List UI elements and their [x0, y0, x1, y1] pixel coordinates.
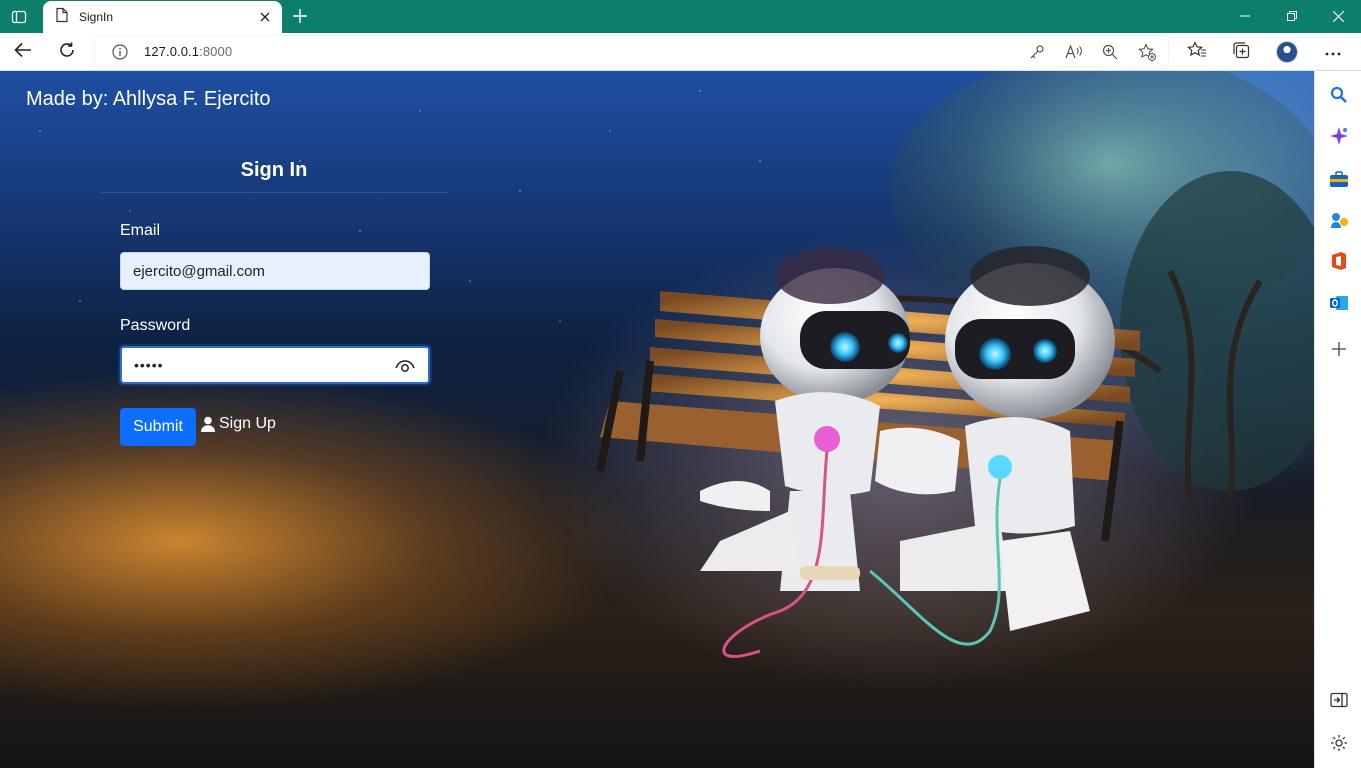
close-tab-icon[interactable] [257, 9, 273, 25]
zoom-icon[interactable] [1098, 40, 1122, 64]
user-icon [200, 416, 216, 432]
show-password-eye-icon[interactable] [394, 356, 416, 376]
url-port: :8000 [199, 44, 233, 59]
signin-form: Sign In Email ejercito@gmail.com Passwor… [100, 159, 448, 446]
tab-actions-icon[interactable] [6, 6, 32, 28]
password-field[interactable]: ••••• [120, 346, 430, 384]
email-label: Email [120, 222, 161, 239]
address-bar[interactable]: 127.0.0.1:8000 [95, 36, 1168, 67]
search-icon[interactable] [1327, 83, 1351, 107]
edge-sidebar [1314, 71, 1361, 768]
games-icon[interactable] [1327, 208, 1351, 232]
address-toolbar: 127.0.0.1:8000 [0, 33, 1361, 71]
email-field[interactable]: ejercito@gmail.com [120, 252, 430, 290]
page-viewport: Made by: Ahllysa F. Ejercito Sign In Ema… [0, 71, 1314, 768]
refresh-button[interactable] [52, 37, 82, 67]
tools-icon[interactable] [1327, 167, 1351, 191]
favorites-icon [1187, 40, 1207, 64]
key-icon[interactable] [1025, 40, 1049, 64]
url-text[interactable]: 127.0.0.1:8000 [144, 44, 232, 59]
add-icon[interactable] [1327, 337, 1351, 361]
url-host: 127.0.0.1 [144, 44, 200, 59]
more-icon [1325, 43, 1341, 61]
minimize-button[interactable] [1222, 0, 1268, 32]
collections-button[interactable] [1226, 37, 1256, 67]
back-button[interactable] [8, 37, 38, 67]
password-label: Password [120, 317, 191, 334]
info-icon[interactable] [110, 42, 130, 62]
add-favorite-icon[interactable] [1135, 40, 1159, 64]
refresh-icon [58, 41, 76, 64]
copilot-icon[interactable] [1327, 124, 1351, 148]
settings-gear-icon[interactable] [1327, 731, 1351, 755]
hide-sidebar-icon[interactable] [1327, 688, 1351, 712]
close-window-button[interactable] [1315, 0, 1361, 32]
read-aloud-icon[interactable] [1062, 40, 1086, 64]
new-tab-button[interactable] [288, 5, 312, 27]
favorites-button[interactable] [1182, 37, 1212, 67]
outlook-icon[interactable] [1327, 291, 1351, 315]
tab-title: SignIn [79, 10, 114, 24]
signup-link[interactable]: Sign Up [200, 415, 276, 433]
email-value: ejercito@gmail.com [133, 262, 265, 280]
submit-button[interactable]: Submit [120, 408, 196, 446]
collections-icon [1232, 41, 1250, 64]
author-credit: Made by: Ahllysa F. Ejercito [26, 88, 271, 110]
tab-signin[interactable]: SignIn [43, 1, 282, 33]
password-value: ••••• [134, 357, 164, 373]
more-button[interactable] [1318, 37, 1348, 67]
profile-avatar[interactable] [1276, 41, 1298, 63]
title-bar: SignIn [0, 0, 1361, 33]
page-icon [55, 7, 69, 28]
signup-label: Sign Up [219, 415, 276, 432]
office-icon[interactable] [1327, 249, 1351, 273]
form-title: Sign In [100, 159, 448, 193]
back-arrow-icon [14, 42, 32, 63]
restore-button[interactable] [1269, 0, 1315, 32]
